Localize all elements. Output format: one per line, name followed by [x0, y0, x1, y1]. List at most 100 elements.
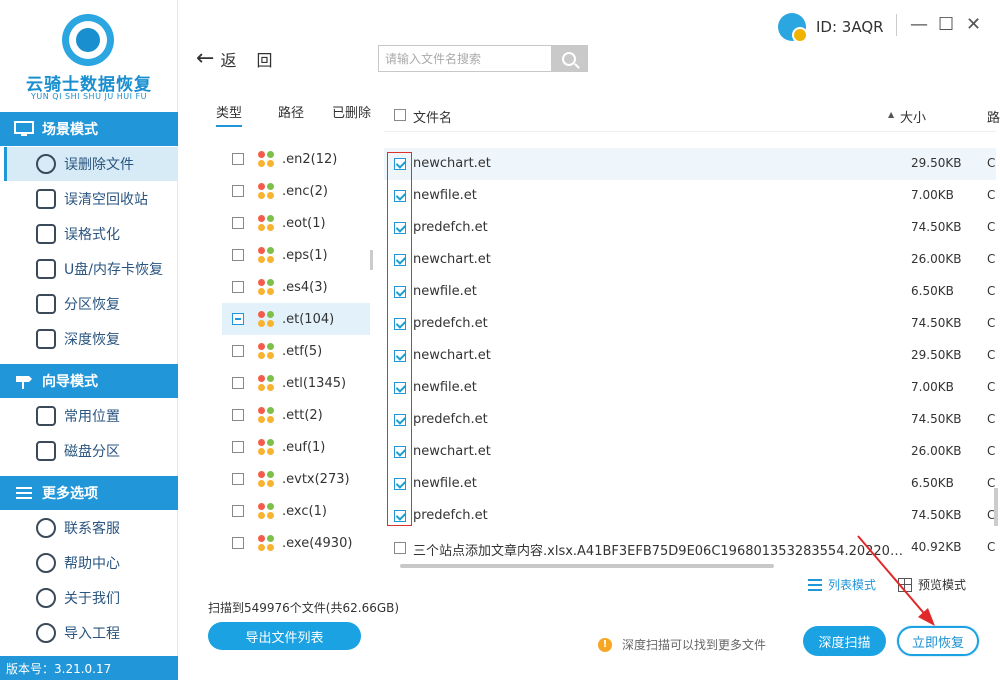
sidebar-item-import[interactable]: 导入工程 [4, 616, 178, 650]
sidebar-item-recycle-bin[interactable]: 误清空回收站 [4, 182, 178, 216]
file-size: 7.00KB [911, 188, 954, 202]
extension-label: .evtx(273) [282, 471, 350, 487]
sidebar-item-deleted-files[interactable]: 误删除文件 [4, 147, 178, 181]
extension-checkbox[interactable] [232, 473, 244, 485]
extension-checkbox[interactable] [232, 313, 244, 325]
file-size: 29.50KB [911, 348, 962, 362]
table-row[interactable]: predefch.et 74.50KB C [384, 308, 996, 340]
extension-item[interactable]: .etf(5) [222, 335, 370, 367]
sidebar-item-contact[interactable]: 联系客服 [4, 511, 178, 545]
row-checkbox[interactable] [394, 542, 406, 554]
extension-label: .et(104) [282, 311, 335, 327]
table-row[interactable]: newchart.et 29.50KB C [384, 148, 996, 180]
horizontal-scrollbar[interactable] [400, 564, 774, 568]
maximize-icon[interactable]: ☐ [938, 14, 954, 35]
avatar[interactable] [778, 13, 808, 43]
minimize-icon[interactable]: — [910, 14, 928, 35]
sidebar-item-partition[interactable]: 分区恢复 [4, 287, 178, 321]
extension-checkbox[interactable] [232, 409, 244, 421]
scrollbar[interactable] [994, 488, 998, 526]
sidebar-item-deep-recover[interactable]: 深度恢复 [4, 322, 178, 356]
extension-item[interactable]: .et(104) [222, 303, 370, 335]
file-size: 74.50KB [911, 220, 962, 234]
table-row[interactable]: 三个站点添加文章内容.xlsx.A41BF3EFB75D9E06C1968013… [384, 532, 996, 564]
usb-card-icon [36, 259, 56, 279]
extension-item[interactable]: .exe(4930) [222, 527, 370, 559]
file-path: C [987, 220, 996, 234]
extension-checkbox[interactable] [232, 153, 244, 165]
extension-checkbox[interactable] [232, 377, 244, 389]
table-row[interactable]: newchart.et 29.50KB C [384, 340, 996, 372]
table-row[interactable]: predefch.et 74.50KB C [384, 500, 996, 532]
extension-item[interactable]: .euf(1) [222, 431, 370, 463]
search-button[interactable] [551, 46, 587, 71]
table-row[interactable]: newfile.et 7.00KB C [384, 372, 996, 404]
extension-checkbox[interactable] [232, 249, 244, 261]
extension-checkbox[interactable] [232, 185, 244, 197]
column-header-path[interactable]: 路 [987, 107, 1000, 126]
file-name: newchart.et [413, 252, 491, 267]
deep-scan-button[interactable]: 深度扫描 [803, 626, 886, 656]
sidebar-item-format[interactable]: 误格式化 [4, 217, 178, 251]
search-input[interactable] [379, 46, 551, 71]
file-name: newfile.et [413, 380, 477, 395]
extension-checkbox[interactable] [232, 281, 244, 293]
table-row[interactable]: newfile.et 6.50KB C [384, 468, 996, 500]
column-header-name[interactable]: 文件名 [413, 107, 452, 126]
sidebar-item-common-locations[interactable]: 常用位置 [4, 399, 178, 433]
extension-list: .en2(12) .enc(2) .eot(1) .eps(1) .es4(3) .et(… [222, 143, 372, 567]
list-mode-label: 列表模式 [828, 578, 877, 592]
file-name: predefch.et [413, 316, 488, 331]
section-scene-mode: 场景模式 [0, 112, 178, 146]
table-row[interactable]: predefch.et 74.50KB C [384, 212, 996, 244]
extension-item[interactable]: .evtx(273) [222, 463, 370, 495]
extension-item[interactable]: .es4(3) [222, 271, 370, 303]
table-row[interactable]: predefch.et 74.50KB C [384, 404, 996, 436]
extension-item[interactable]: .eps(1) [222, 239, 370, 271]
file-name: newfile.et [413, 188, 477, 203]
recover-now-button[interactable]: 立即恢复 [897, 626, 979, 656]
file-type-icon [258, 439, 274, 455]
table-row[interactable]: newchart.et 26.00KB C [384, 436, 996, 468]
extension-label: .exc(1) [282, 503, 327, 519]
extension-item[interactable]: .etl(1345) [222, 367, 370, 399]
extension-checkbox[interactable] [232, 217, 244, 229]
extension-item[interactable]: .enc(2) [222, 175, 370, 207]
info-icon [36, 588, 56, 608]
table-row[interactable]: newfile.et 6.50KB C [384, 276, 996, 308]
file-path: C [987, 348, 996, 362]
export-list-button[interactable]: 导出文件列表 [208, 622, 361, 650]
extension-checkbox[interactable] [232, 441, 244, 453]
sidebar-item-disk-partition[interactable]: 磁盘分区 [4, 434, 178, 468]
back-label: 返回 [220, 50, 293, 70]
deleted-file-icon [36, 154, 56, 174]
extension-checkbox[interactable] [232, 345, 244, 357]
sidebar-item-help[interactable]: 帮助中心 [4, 546, 178, 580]
sidebar-item-about[interactable]: 关于我们 [4, 581, 178, 615]
column-header-size[interactable]: 大小 [888, 107, 926, 126]
sidebar-item-usb-card[interactable]: U盘/内存卡恢复 [4, 252, 178, 286]
extension-checkbox[interactable] [232, 537, 244, 549]
extension-checkbox[interactable] [232, 505, 244, 517]
tab-path[interactable]: 路径 [278, 102, 304, 121]
scrollbar[interactable] [370, 250, 373, 270]
file-type-icon [258, 471, 274, 487]
extension-item[interactable]: .exc(1) [222, 495, 370, 527]
table-row[interactable]: newfile.et 7.00KB C [384, 180, 996, 212]
extension-item[interactable]: .eot(1) [222, 207, 370, 239]
file-path: C [987, 540, 996, 554]
preview-mode-button[interactable]: 预览模式 [898, 576, 966, 593]
extension-item[interactable]: .ett(2) [222, 399, 370, 431]
extension-item[interactable]: .en2(12) [222, 143, 370, 175]
tab-deleted[interactable]: 已删除 [332, 102, 371, 121]
file-name: newfile.et [413, 476, 477, 491]
select-all-checkbox[interactable] [394, 109, 406, 121]
tab-type[interactable]: 类型 [216, 102, 243, 127]
extension-label: .enc(2) [282, 183, 328, 199]
back-button[interactable]: ← 返回 [196, 46, 292, 71]
section-title: 向导模式 [42, 374, 98, 390]
sidebar-item-label: 误清空回收站 [64, 192, 148, 208]
close-icon[interactable]: ✕ [966, 14, 981, 35]
list-mode-button[interactable]: 列表模式 [808, 576, 876, 593]
table-row[interactable]: newchart.et 26.00KB C [384, 244, 996, 276]
